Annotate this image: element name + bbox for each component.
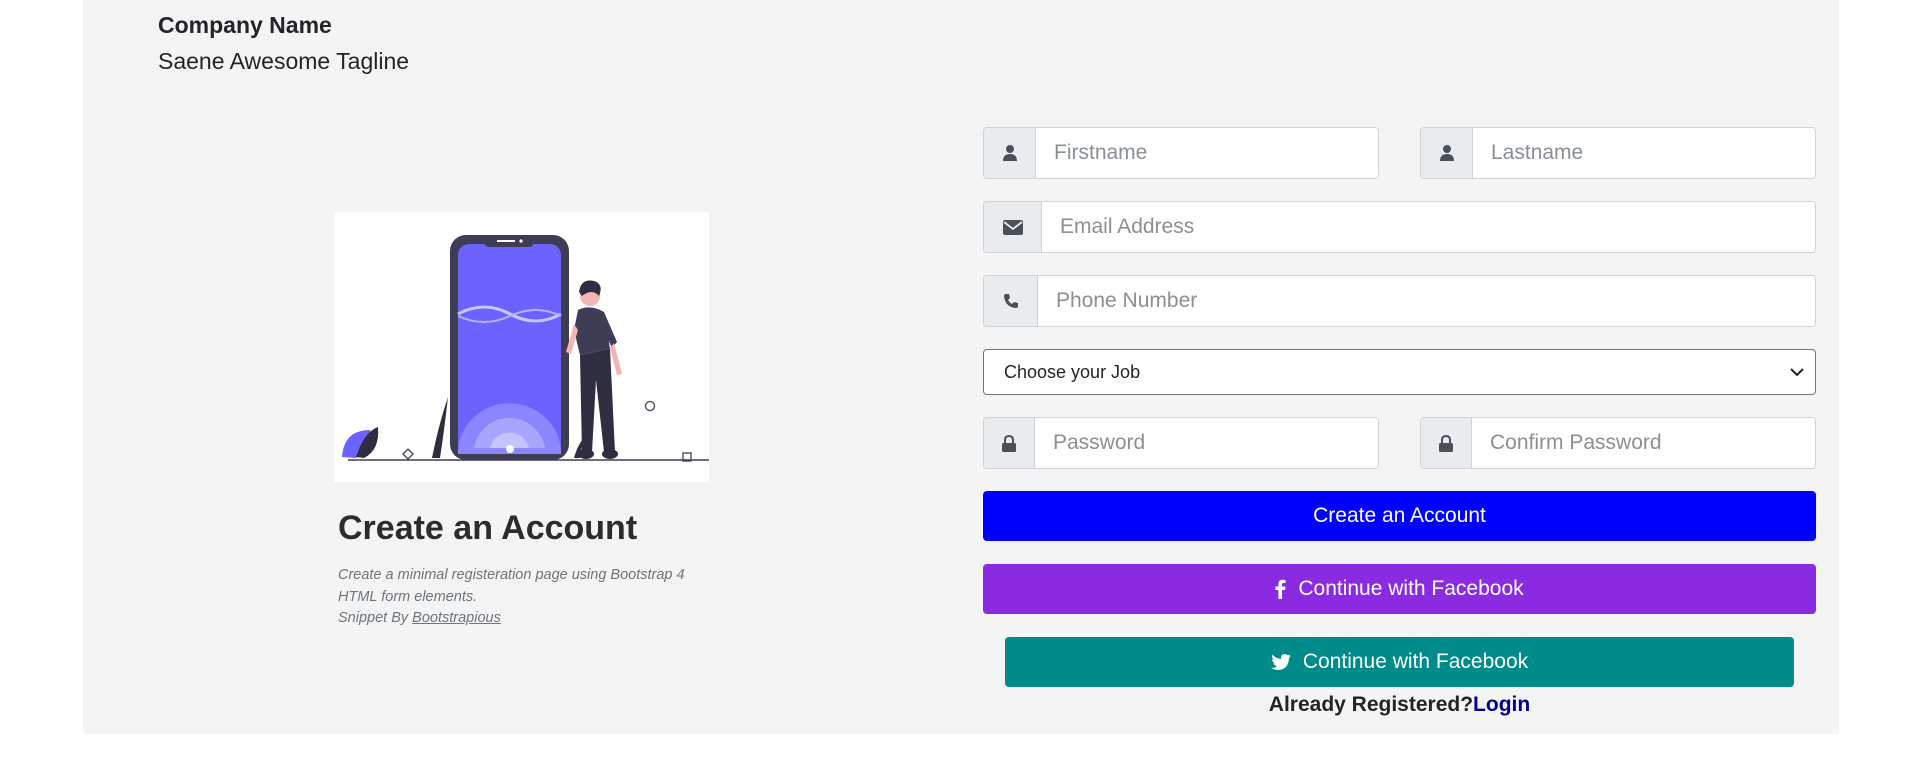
firstname-field-group — [983, 127, 1379, 179]
lock-icon — [1421, 418, 1472, 468]
confirm-password-input[interactable] — [1472, 418, 1815, 468]
create-account-button[interactable]: Create an Account — [983, 491, 1816, 541]
description-line: HTML form elements. — [338, 588, 478, 605]
firstname-input[interactable] — [1036, 128, 1378, 178]
brand-block: Company Name Saene Awesome Tagline — [158, 12, 409, 75]
phone-input[interactable] — [1038, 276, 1815, 326]
facebook-label: Continue with Facebook — [1298, 577, 1524, 600]
already-registered-text: Already Registered? — [1268, 693, 1474, 716]
email-field-group — [983, 201, 1816, 253]
snippet-credit: Snippet By Bootstrapious — [338, 608, 758, 630]
registration-panel: Company Name Saene Awesome Tagline Creat… — [83, 0, 1839, 734]
snippet-prefix: Snippet By — [338, 610, 413, 626]
lock-icon — [984, 418, 1035, 468]
twitter-icon — [1270, 653, 1291, 671]
user-icon — [984, 128, 1036, 178]
page-heading: Create an Account — [338, 509, 638, 547]
company-tagline: Saene Awesome Tagline — [158, 48, 410, 74]
company-name: Company Name — [158, 12, 332, 38]
lastname-input[interactable] — [1473, 128, 1815, 178]
facebook-icon — [1275, 579, 1286, 599]
login-link[interactable]: Login — [1473, 693, 1530, 716]
page-description: Create a minimal registeration page usin… — [338, 565, 758, 630]
envelope-icon — [984, 202, 1042, 252]
twitter-button[interactable]: Continue with Facebook — [1005, 637, 1794, 687]
email-input[interactable] — [1042, 202, 1815, 252]
confirm-password-field-group — [1420, 417, 1816, 469]
user-icon — [1421, 128, 1473, 178]
bootstrapious-link[interactable]: Bootstrapious — [412, 610, 501, 626]
password-input[interactable] — [1035, 418, 1378, 468]
signup-illustration — [334, 212, 709, 482]
phone-field-group — [983, 275, 1816, 327]
phone-icon — [984, 276, 1038, 326]
description-line: Create a minimal registeration page usin… — [338, 567, 685, 583]
login-prompt: Already Registered?Login — [983, 693, 1816, 717]
job-select-value: Choose your Job — [1004, 361, 1141, 382]
create-account-label: Create an Account — [1313, 504, 1486, 527]
lastname-field-group — [1420, 127, 1816, 179]
job-select[interactable]: Choose your Job — [983, 349, 1816, 395]
chevron-down-icon — [1789, 364, 1805, 385]
password-field-group — [983, 417, 1379, 469]
facebook-button[interactable]: Continue with Facebook — [983, 564, 1816, 614]
twitter-label: Continue with Facebook — [1302, 650, 1529, 673]
